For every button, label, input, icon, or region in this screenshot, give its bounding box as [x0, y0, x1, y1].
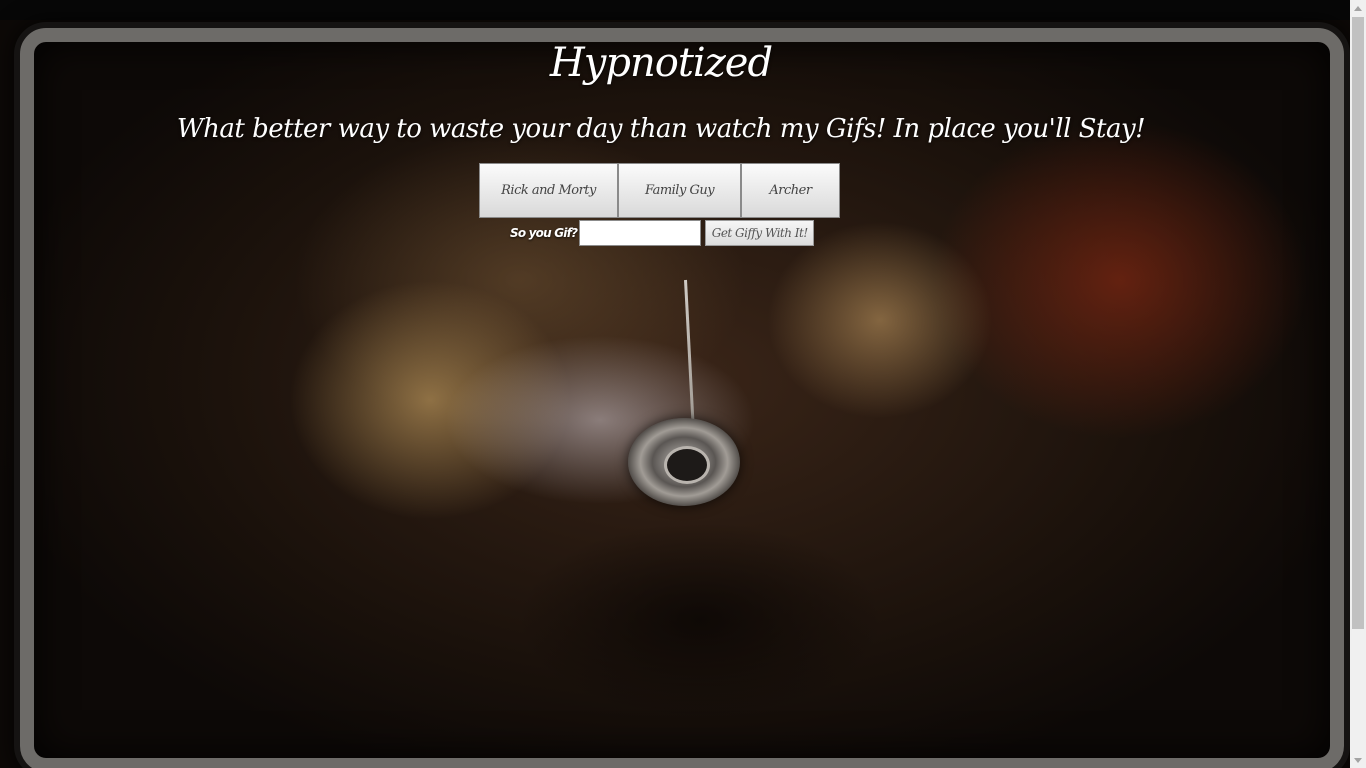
search-input[interactable]: [579, 220, 702, 246]
vertical-scrollbar[interactable]: [1350, 0, 1366, 768]
search-label: So you Gif?: [510, 226, 578, 240]
submit-button[interactable]: Get Giffy With It!: [705, 220, 815, 246]
chevron-up-icon[interactable]: [1350, 0, 1366, 16]
page-title: Hypnotized: [549, 40, 773, 86]
search-form: So you Gif? Get Giffy With It!: [510, 219, 815, 247]
archer-button[interactable]: Archer: [741, 163, 840, 218]
scrollbar-thumb[interactable]: [1352, 17, 1364, 629]
rick-and-morty-button[interactable]: Rick and Morty: [479, 163, 618, 218]
show-button-row: Rick and Morty Family Guy Archer: [479, 163, 840, 218]
chevron-down-icon[interactable]: [1350, 752, 1366, 768]
page-subtitle: What better way to waste your day than w…: [176, 114, 1146, 144]
page-viewport: Hypnotized What better way to waste your…: [0, 0, 1350, 768]
family-guy-button[interactable]: Family Guy: [618, 163, 741, 218]
top-bar: [0, 0, 1350, 20]
pendulum-hole: [664, 446, 710, 484]
